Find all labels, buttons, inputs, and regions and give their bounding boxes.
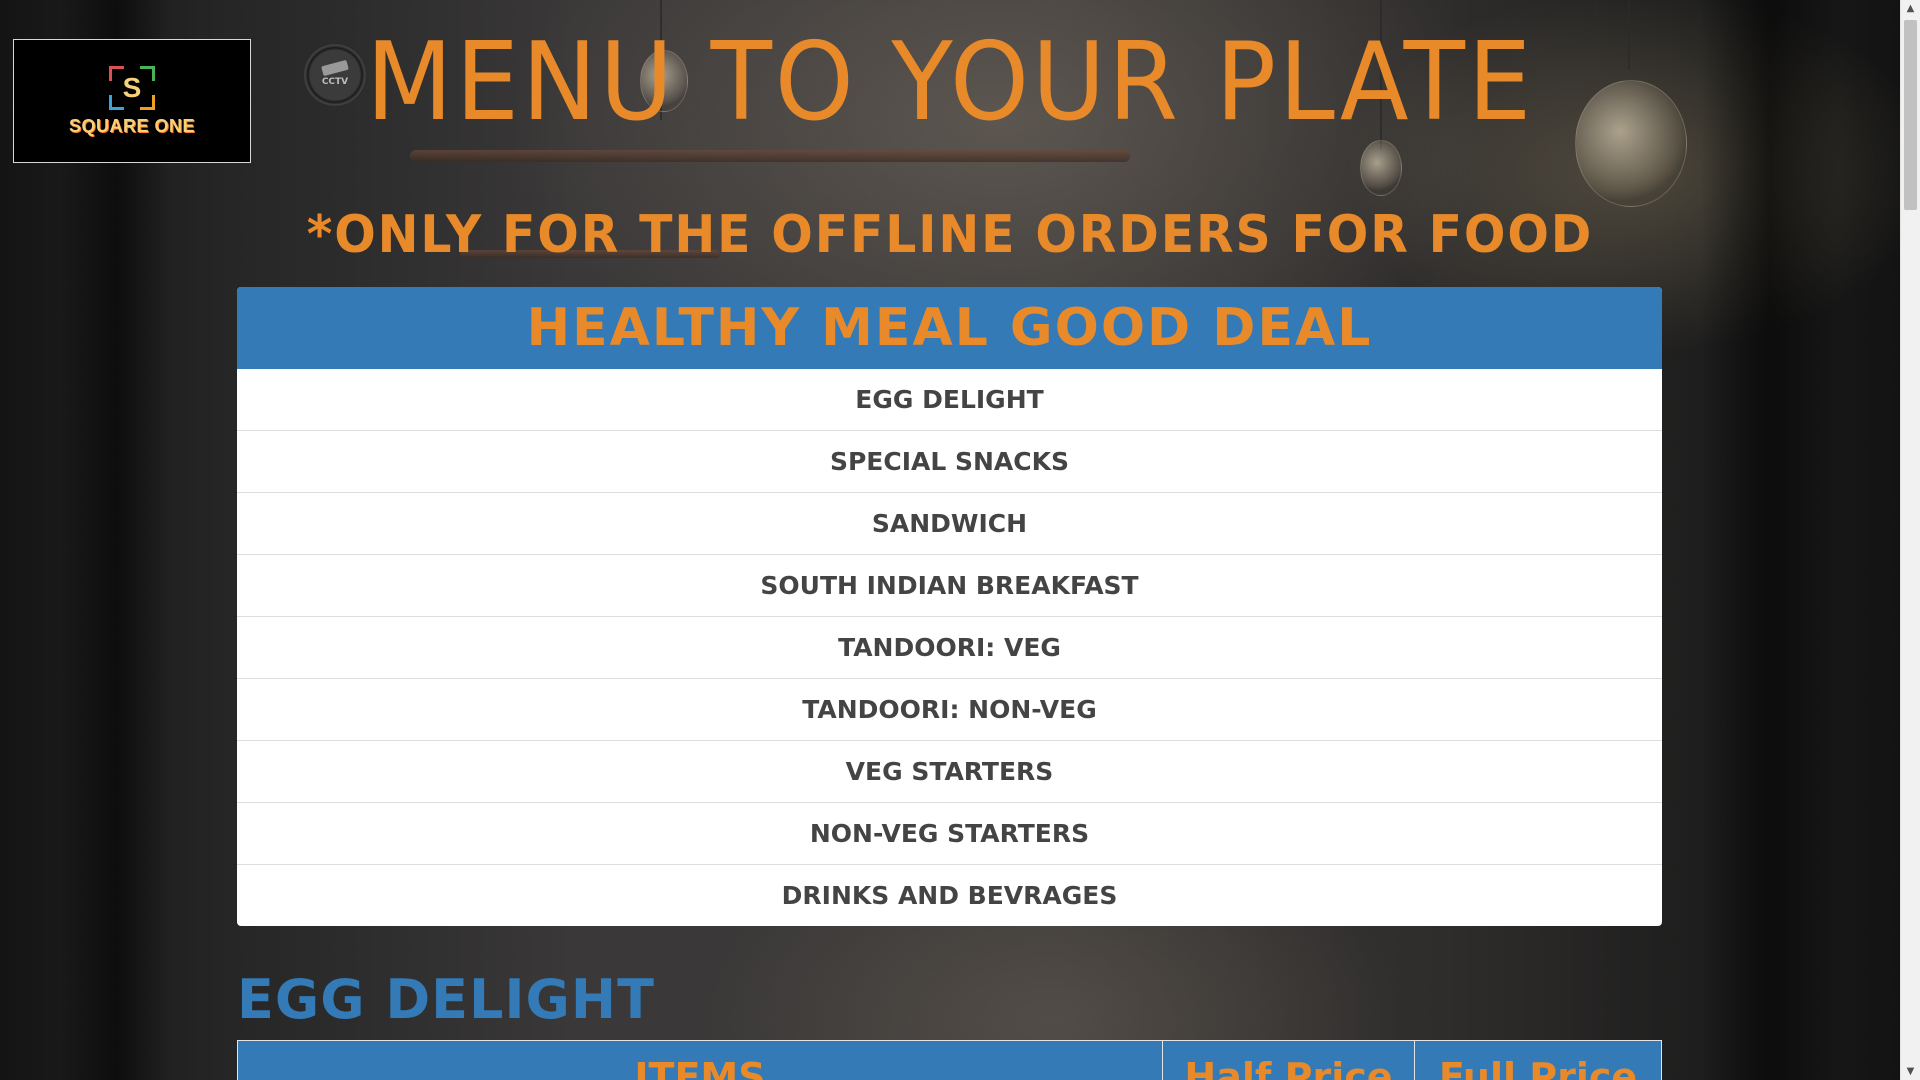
category-item-tandoori-non-veg[interactable]: TANDOORI: NON-VEG — [237, 679, 1662, 741]
category-panel: HEALTHY MEAL GOOD DEAL EGG DELIGHT SPECI… — [237, 287, 1662, 926]
scroll-down-arrow-icon[interactable]: ▼ — [1901, 1063, 1920, 1080]
background-pipe — [410, 150, 1130, 162]
table-header-row: ITEMS Half Price Full Price — [237, 1040, 1662, 1080]
egg-delight-table: ITEMS Half Price Full Price — [237, 1040, 1662, 1080]
lamp-bulb — [1360, 140, 1402, 196]
category-item-sandwich[interactable]: SANDWICH — [237, 493, 1662, 555]
lamp-cord — [1595, 0, 1597, 20]
column-header-full-price: Full Price — [1414, 1040, 1662, 1080]
page-subtitle: *ONLY FOR THE OFFLINE ORDERS FOR FOOD — [306, 205, 1594, 265]
background-post — [1700, 0, 1840, 1080]
category-item-special-snacks[interactable]: SPECIAL SNACKS — [237, 431, 1662, 493]
scrollbar-thumb[interactable] — [1904, 20, 1917, 210]
egg-delight-heading: EGG DELIGHT — [237, 968, 655, 1031]
column-header-half-price: Half Price — [1162, 1040, 1415, 1080]
category-item-egg-delight[interactable]: EGG DELIGHT — [237, 369, 1662, 431]
category-item-south-indian-breakfast[interactable]: SOUTH INDIAN BREAKFAST — [237, 555, 1662, 617]
page-title: MENU TO YOUR PLATE — [366, 20, 1534, 145]
category-item-tandoori-veg[interactable]: TANDOORI: VEG — [237, 617, 1662, 679]
category-item-veg-starters[interactable]: VEG STARTERS — [237, 741, 1662, 803]
category-item-non-veg-starters[interactable]: NON-VEG STARTERS — [237, 803, 1662, 865]
category-item-drinks-and-bevrages[interactable]: DRINKS AND BEVRAGES — [237, 865, 1662, 926]
vertical-scrollbar[interactable]: ▲ ▼ — [1900, 0, 1920, 1080]
category-list: EGG DELIGHT SPECIAL SNACKS SANDWICH SOUT… — [237, 369, 1662, 926]
category-panel-heading: HEALTHY MEAL GOOD DEAL — [237, 287, 1662, 369]
column-header-items: ITEMS — [237, 1040, 1163, 1080]
scroll-up-arrow-icon[interactable]: ▲ — [1901, 0, 1920, 17]
